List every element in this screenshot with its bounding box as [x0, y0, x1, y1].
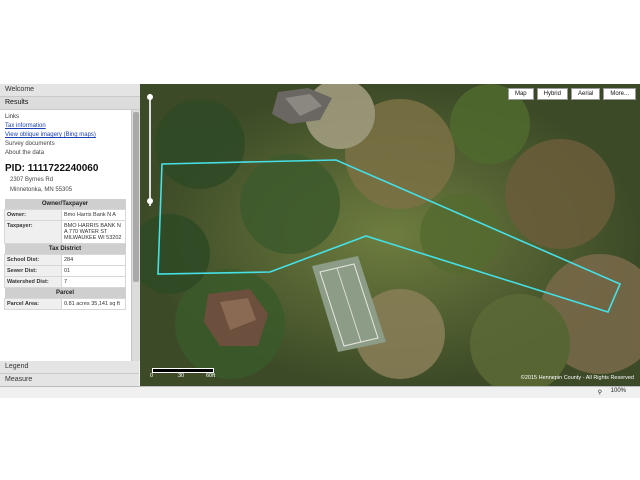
app-window: Welcome Results Links Tax information Vi…	[0, 84, 640, 398]
address-line-2: Minnetonka, MN 55305	[10, 187, 73, 193]
sewer-label: Sewer Dist:	[4, 265, 62, 277]
status-bar: ⚲ 100%	[0, 386, 640, 398]
pid-title: PID: 1111722240060	[5, 163, 99, 174]
survey-documents-link[interactable]: Survey documents	[5, 141, 131, 147]
sidebar: Welcome Results Links Tax information Vi…	[0, 84, 141, 387]
about-data-link[interactable]: About the data	[5, 150, 131, 156]
oblique-imagery-link[interactable]: View oblique imagery (Bing maps)	[5, 132, 131, 138]
taxpayer-value: BMO HARRIS BANK N A 770 WATER ST MILWAUK…	[61, 220, 126, 244]
school-value: 284	[61, 254, 126, 266]
aerial-button[interactable]: Aerial	[570, 88, 601, 100]
parcel-info-table: Owner/Taxpayer Owner: Bmo Harris Bank N …	[4, 199, 126, 310]
tab-results[interactable]: Results	[0, 97, 140, 110]
map-button[interactable]: Map	[507, 88, 534, 100]
owner-value: Bmo Harris Bank N A	[61, 209, 126, 221]
map-type-buttons: Map Hybrid Aerial More...	[507, 88, 636, 100]
tax-section-header: Tax District	[4, 243, 126, 255]
area-label: Parcel Area:	[4, 298, 62, 310]
scale-bar: 0 30 60ft	[150, 368, 220, 380]
results-scrollbar[interactable]	[131, 110, 140, 361]
scale-label-30: 30	[178, 373, 185, 379]
zoom-in-knob[interactable]	[147, 94, 153, 100]
owner-label: Owner:	[4, 209, 62, 221]
sewer-value: 01	[61, 265, 126, 277]
zoom-level[interactable]: 100%	[611, 388, 626, 394]
links-heading: Links	[5, 114, 20, 120]
area-value: 0.81 acres 35,141 sq ft	[61, 298, 126, 310]
copyright-text: ©2015 Hennepin County - All Rights Reser…	[520, 375, 634, 381]
owner-section-header: Owner/Taxpayer	[4, 199, 126, 210]
scale-label-60: 60ft	[206, 373, 216, 379]
zoom-slider[interactable]	[147, 94, 153, 206]
parcel-section-header: Parcel	[4, 287, 126, 299]
scrollbar-thumb[interactable]	[133, 112, 139, 282]
more-button[interactable]: More...	[603, 88, 636, 100]
address-line-1: 2307 Byrnes Rd	[10, 177, 54, 183]
tab-legend[interactable]: Legend	[0, 361, 139, 374]
watershed-value: 7	[61, 276, 126, 288]
taxpayer-label: Taxpayer:	[4, 220, 62, 244]
watershed-label: Watershed Dist:	[4, 276, 62, 288]
scale-label-0: 0	[150, 373, 154, 379]
bottom-tabs: Legend Measure	[0, 361, 139, 387]
aerial-imagery	[140, 84, 640, 386]
zoom-handle[interactable]	[147, 198, 153, 204]
aerial-map[interactable]: Map Hybrid Aerial More... 0 30 60ft ©201…	[140, 84, 640, 386]
hybrid-button[interactable]: Hybrid	[536, 88, 568, 100]
tab-welcome[interactable]: Welcome	[0, 84, 140, 97]
school-label: School Dist:	[4, 254, 62, 266]
results-panel: Links Tax information View oblique image…	[0, 110, 131, 361]
tax-information-link[interactable]: Tax information	[5, 123, 131, 129]
zoom-icon[interactable]: ⚲	[598, 389, 602, 396]
zoom-track[interactable]	[149, 94, 151, 206]
